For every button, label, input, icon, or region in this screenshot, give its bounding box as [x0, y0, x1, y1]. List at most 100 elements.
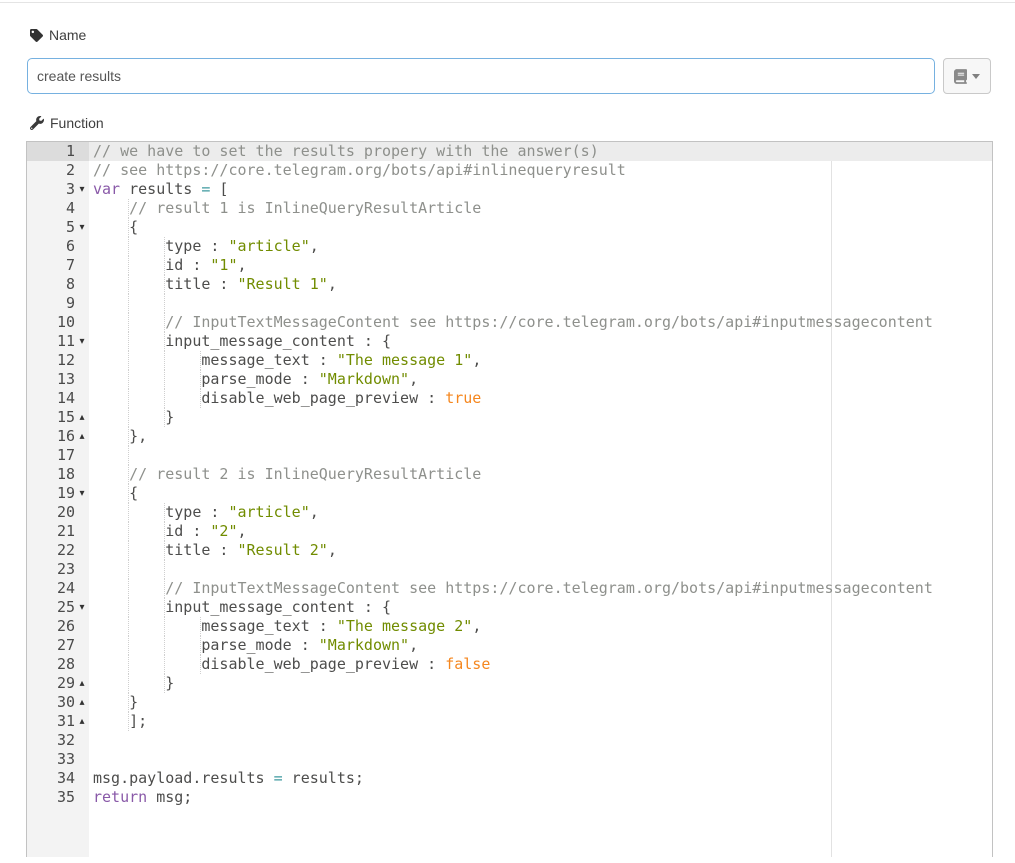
code-line-content[interactable] — [89, 294, 992, 313]
code-line-content[interactable]: message_text : "The message 2", — [89, 617, 992, 636]
code-line-content[interactable]: type : "article", — [89, 503, 992, 522]
line-number: 15 — [57, 408, 75, 426]
gutter-cell: 32 — [27, 731, 89, 750]
code-line-content[interactable] — [89, 750, 992, 769]
code-token: results; — [283, 769, 364, 787]
fold-widget-end[interactable]: ▴ — [76, 712, 88, 731]
fold-widget-open[interactable]: ▾ — [76, 598, 88, 617]
indent-guide — [164, 237, 165, 256]
indent-guide — [128, 712, 129, 731]
code-line-content[interactable]: var results = [ — [89, 180, 992, 199]
code-token: true — [445, 389, 481, 407]
code-line-content[interactable]: ]; — [89, 712, 992, 731]
indent-guide — [164, 256, 165, 275]
code-line: 18 // result 2 is InlineQueryResultArtic… — [27, 465, 992, 484]
fold-widget-open[interactable]: ▾ — [76, 484, 88, 503]
code-line-content[interactable] — [89, 731, 992, 750]
name-input-row — [27, 58, 991, 94]
code-line-content[interactable]: input_message_content : { — [89, 332, 992, 351]
code-token: }, — [93, 427, 147, 445]
code-line-content[interactable]: parse_mode : "Markdown", — [89, 636, 992, 655]
code-line-content[interactable]: { — [89, 484, 992, 503]
code-token: "Markdown" — [319, 370, 409, 388]
gutter-cell: 2 — [27, 161, 89, 180]
indent-guide — [164, 275, 165, 294]
library-button[interactable] — [943, 58, 991, 94]
indent-guide — [128, 332, 129, 351]
code-line-content[interactable]: } — [89, 693, 992, 712]
code-token: [ — [210, 180, 228, 198]
line-number: 5 — [66, 218, 75, 236]
code-token — [93, 579, 165, 597]
code-line-content[interactable]: title : "Result 2", — [89, 541, 992, 560]
line-number: 35 — [57, 788, 75, 806]
code-token: disable_web_page_preview : — [93, 389, 445, 407]
fold-widget-open[interactable]: ▾ — [76, 180, 88, 199]
code-line-content[interactable]: disable_web_page_preview : true — [89, 389, 992, 408]
code-token: type : — [93, 237, 228, 255]
fold-widget-end[interactable]: ▴ — [76, 408, 88, 427]
code-line: 33 — [27, 750, 992, 769]
code-token — [93, 465, 129, 483]
code-line-content[interactable]: // InputTextMessageContent see https://c… — [89, 313, 992, 332]
fold-widget-open[interactable]: ▾ — [76, 218, 88, 237]
code-token: "article" — [228, 237, 309, 255]
fold-widget-end[interactable]: ▴ — [76, 427, 88, 446]
name-input[interactable] — [27, 58, 935, 94]
code-line-content[interactable]: // result 2 is InlineQueryResultArticle — [89, 465, 992, 484]
code-token: var — [93, 180, 120, 198]
code-token: { — [93, 218, 138, 236]
code-line-content[interactable]: disable_web_page_preview : false — [89, 655, 992, 674]
gutter-cell: 21 — [27, 522, 89, 541]
code-token: type : — [93, 503, 228, 521]
indent-guide — [200, 617, 201, 636]
code-line-content[interactable]: }, — [89, 427, 992, 446]
gutter-cell: 12 — [27, 351, 89, 370]
code-line-content[interactable]: msg.payload.results = results; — [89, 769, 992, 788]
code-line-content[interactable]: parse_mode : "Markdown", — [89, 370, 992, 389]
code-token: , — [409, 636, 418, 654]
code-token: // InputTextMessageContent see https://c… — [165, 313, 933, 331]
code-token: , — [310, 237, 319, 255]
code-token: // see https://core.telegram.org/bots/ap… — [93, 161, 626, 179]
function-code-editor[interactable]: 1// we have to set the results propery w… — [26, 141, 993, 857]
code-line-content[interactable]: id : "2", — [89, 522, 992, 541]
gutter-cell: 6 — [27, 237, 89, 256]
code-line-content[interactable]: // we have to set the results propery wi… — [89, 142, 992, 161]
code-line-content[interactable]: id : "1", — [89, 256, 992, 275]
code-line-content[interactable]: // InputTextMessageContent see https://c… — [89, 579, 992, 598]
gutter-cell: 27 — [27, 636, 89, 655]
code-line: 19▾ { — [27, 484, 992, 503]
indent-guide — [128, 427, 129, 446]
code-line-content[interactable]: // result 1 is InlineQueryResultArticle — [89, 199, 992, 218]
indent-guide — [128, 655, 129, 674]
code-line-content[interactable]: type : "article", — [89, 237, 992, 256]
code-line-content[interactable]: input_message_content : { — [89, 598, 992, 617]
code-line-content[interactable]: title : "Result 1", — [89, 275, 992, 294]
indent-guide — [128, 256, 129, 275]
code-token: // we have to set the results propery wi… — [93, 142, 599, 160]
code-line-content[interactable]: return msg; — [89, 788, 992, 807]
code-line-content[interactable] — [89, 560, 992, 579]
code-line: 27 parse_mode : "Markdown", — [27, 636, 992, 655]
code-line-content[interactable]: // see https://core.telegram.org/bots/ap… — [89, 161, 992, 180]
code-line-content[interactable]: } — [89, 674, 992, 693]
code-line-content[interactable]: } — [89, 408, 992, 427]
code-line: 1// we have to set the results propery w… — [27, 142, 992, 161]
indent-guide — [200, 370, 201, 389]
gutter-cell: 26 — [27, 617, 89, 636]
fold-widget-end[interactable]: ▴ — [76, 693, 88, 712]
code-token: ]; — [93, 712, 147, 730]
code-line-content[interactable]: { — [89, 218, 992, 237]
code-line-content[interactable] — [89, 446, 992, 465]
code-token: , — [328, 275, 337, 293]
code-line: 31▴ ]; — [27, 712, 992, 731]
code-line-content[interactable]: message_text : "The message 1", — [89, 351, 992, 370]
gutter-cell: 35 — [27, 788, 89, 807]
code-line: 16▴ }, — [27, 427, 992, 446]
indent-guide — [164, 617, 165, 636]
fold-widget-open[interactable]: ▾ — [76, 332, 88, 351]
indent-guide — [164, 674, 165, 693]
fold-widget-end[interactable]: ▴ — [76, 674, 88, 693]
indent-guide — [128, 389, 129, 408]
